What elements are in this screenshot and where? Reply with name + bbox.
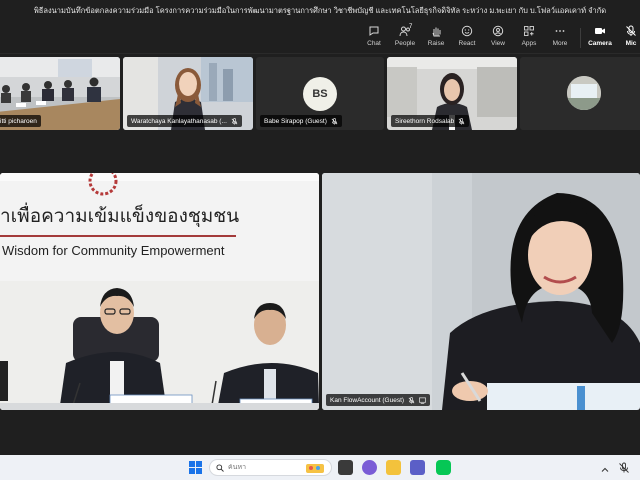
participant-name: Sireethorn Rodsalab	[395, 117, 455, 125]
screen-share-icon	[419, 397, 426, 404]
meeting-title: พิธีลงนามบันทึกข้อตกลงความร่วมมือ โครงกา…	[33, 6, 607, 15]
mic-icon	[626, 25, 636, 36]
participant-name-tag: Babe Sirapop (Guest)	[260, 115, 342, 127]
chat-button[interactable]: Chat	[359, 25, 389, 51]
participant-name: Kan FlowAccount (Guest)	[330, 396, 405, 404]
search-icon	[216, 463, 224, 472]
taskbar-search[interactable]	[209, 459, 332, 476]
apps-icon	[524, 26, 534, 36]
participant-name-tag: Waratchaya Kanlayathanasab (...	[127, 115, 242, 127]
mic-label: Mic	[625, 40, 637, 47]
toolbar-divider	[580, 28, 581, 48]
mic-button[interactable]: Mic	[616, 25, 640, 51]
mic-muted-icon	[231, 117, 238, 125]
participant-tile-waratchaya[interactable]: Waratchaya Kanlayathanasab (...	[123, 57, 253, 130]
search-input[interactable]	[228, 464, 308, 471]
react-label: React	[458, 40, 476, 47]
raise-label: Raise	[427, 40, 445, 47]
people-count: 7	[409, 24, 413, 30]
banner-thai-text: าเพื่อความเข้มแข็งของชุมชน	[0, 205, 240, 227]
participant-tile-babe[interactable]: BS Babe Sirapop (Guest)	[256, 57, 384, 130]
participant-name-tag: Kan FlowAccount (Guest)	[326, 394, 431, 406]
camera-label: Camera	[588, 40, 612, 47]
participant-tile-partial[interactable]	[520, 57, 640, 130]
mic-muted-icon	[458, 117, 465, 125]
apps-label: Apps	[521, 40, 537, 47]
task-view-icon[interactable]	[338, 460, 353, 475]
banner-english-text: Wisdom for Community Empowerment	[2, 243, 225, 258]
participant-tile-sireethorn[interactable]: Sireethorn Rodsalab	[387, 57, 517, 130]
view-icon	[492, 25, 504, 37]
participant-video-feed	[322, 173, 640, 410]
people-button[interactable]: 7 People	[390, 24, 420, 51]
more-icon	[555, 30, 565, 32]
more-button[interactable]: More	[545, 25, 575, 51]
camera-button[interactable]: Camera	[585, 25, 615, 51]
file-explorer-icon[interactable]	[386, 460, 401, 475]
view-label: View	[491, 40, 505, 47]
people-label: People	[394, 40, 416, 47]
mic-muted-icon	[331, 117, 338, 125]
apps-button[interactable]: Apps	[514, 25, 544, 51]
mic-muted-icon	[408, 396, 415, 404]
meeting-toolbar: Chat 7 People Raise React View Apps More	[0, 22, 640, 54]
avatar: BS	[303, 77, 337, 111]
avatar-initials: BS	[312, 88, 328, 100]
hand-icon	[432, 27, 441, 37]
participant-name: Babe Sirapop (Guest)	[264, 117, 327, 125]
participant-name: Waratchaya Kanlayathanasab (...	[131, 117, 227, 125]
camera-icon	[595, 28, 605, 34]
react-button[interactable]: React	[452, 25, 482, 51]
participant-name-tag: itti picharoen	[0, 115, 41, 127]
smiley-icon	[461, 25, 473, 37]
participant-tile-room[interactable]: itti picharoen	[0, 57, 120, 130]
view-button[interactable]: View	[483, 25, 513, 51]
title-bar: พิธีลงนามบันทึกข้อตกลงความร่วมมือ โครงกา…	[0, 0, 640, 22]
more-label: More	[552, 40, 568, 47]
avatar	[567, 76, 601, 110]
participant-name-tag: Sireethorn Rodsalab	[391, 115, 470, 127]
mic-tray-icon[interactable]	[618, 461, 630, 473]
start-button[interactable]	[188, 460, 203, 475]
teams-meeting-window: พิธีลงนามบันทึกข้อตกลงความร่วมมือ โครงกา…	[0, 0, 640, 480]
chevron-up-icon[interactable]	[600, 462, 610, 472]
raise-hand-button[interactable]: Raise	[421, 25, 451, 51]
windows-taskbar	[0, 455, 640, 480]
stage-tile-kan[interactable]: Kan FlowAccount (Guest)	[322, 173, 640, 410]
chat-icon	[369, 26, 379, 36]
participant-name: itti picharoen	[0, 117, 37, 125]
chat-app-icon[interactable]	[362, 460, 377, 475]
search-highlight-icon	[306, 464, 324, 473]
avatar-photo	[567, 76, 601, 110]
windows-logo-icon	[189, 461, 202, 474]
line-app-icon[interactable]	[436, 460, 451, 475]
stage-tile-ceremony[interactable]: าเพื่อความเข้มแข็งของชุมชน Wisdom for Co…	[0, 173, 319, 410]
chat-label: Chat	[367, 40, 381, 47]
teams-icon[interactable]	[410, 460, 425, 475]
